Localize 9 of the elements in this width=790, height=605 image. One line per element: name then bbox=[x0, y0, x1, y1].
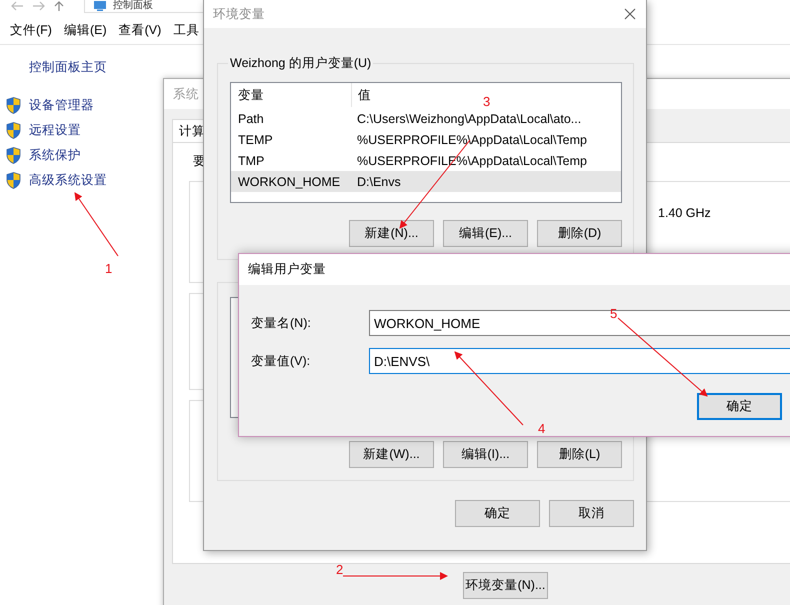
processor-speed: 1.40 GHz bbox=[658, 206, 711, 220]
field-label: 变量名(N): bbox=[251, 314, 312, 332]
annotation-number: 2 bbox=[336, 562, 344, 577]
annotation-number: 3 bbox=[483, 94, 490, 109]
group-title: Weizhong 的用户变量(U) bbox=[229, 55, 372, 72]
annotation-number: 1 bbox=[105, 261, 112, 276]
annotation-number: 4 bbox=[538, 421, 546, 436]
dialog-title: 编辑用户变量 bbox=[248, 261, 326, 278]
field-label: 变量值(V): bbox=[251, 352, 312, 370]
